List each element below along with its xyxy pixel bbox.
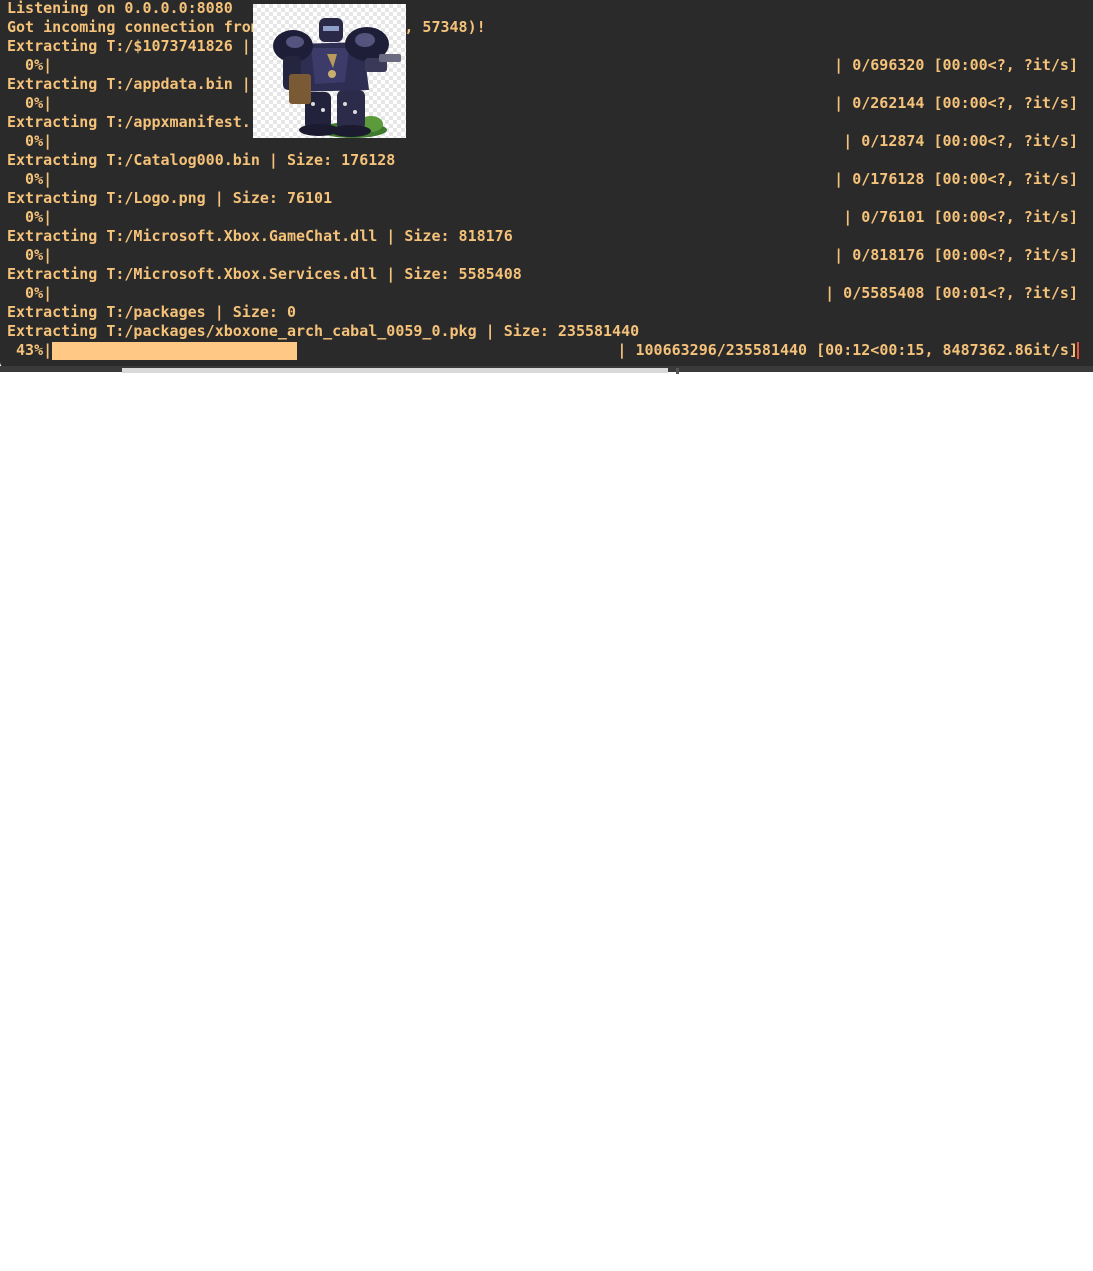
log-line: Extracting T:/appdata.bin | — [7, 75, 251, 93]
progress-percent: 0%| — [7, 208, 53, 226]
armored-warrior-icon — [253, 4, 406, 138]
progress-stats: | 100663296/235581440 [00:12<00:15, 8487… — [617, 341, 1078, 359]
progress-percent: 0%| — [7, 284, 53, 302]
progress-percent: 0%| — [7, 94, 53, 112]
log-line: Listening on 0.0.0.0:8080 — [7, 0, 233, 17]
progress-bar — [52, 247, 622, 265]
log-line: Extracting T:/Microsoft.Xbox.GameChat.dl… — [7, 227, 513, 245]
progress-bar — [52, 342, 622, 360]
progress-stats: | 0/76101 [00:00<?, ?it/s] — [843, 208, 1078, 226]
terminal-window[interactable]: Listening on 0.0.0.0:8080 Got incoming co… — [0, 0, 1093, 368]
background-window-divider — [676, 368, 679, 374]
log-line: Extracting T:/$1073741826 | — [7, 37, 251, 55]
progress-percent: 0%| — [7, 56, 53, 74]
log-line: Extracting T:/packages/xboxone_arch_caba… — [7, 322, 640, 340]
progress-stats: | 0/5585408 [00:01<?, ?it/s] — [825, 284, 1078, 302]
log-line: Extracting T:/packages | Size: 0 — [7, 303, 296, 321]
progress-bar — [52, 285, 622, 303]
progress-stats: | 0/176128 [00:00<?, ?it/s] — [834, 170, 1078, 188]
progress-percent: 0%| — [7, 170, 53, 188]
log-line: Extracting T:/appxmanifest.: — [7, 113, 260, 131]
log-line: Extracting T:/Catalog000.bin | Size: 176… — [7, 151, 396, 169]
progress-bar — [52, 209, 622, 227]
background-window-edge — [122, 368, 668, 373]
progress-stats: | 0/818176 [00:00<?, ?it/s] — [834, 246, 1078, 264]
progress-bar — [52, 171, 622, 189]
progress-stats: | 0/12874 [00:00<?, ?it/s] — [843, 132, 1078, 150]
progress-percent: 0%| — [7, 246, 53, 264]
log-line: Got incoming connection from , 57348)! — [7, 18, 486, 36]
terminal-cursor — [1077, 342, 1079, 359]
progress-stats: | 0/696320 [00:00<?, ?it/s] — [834, 56, 1078, 74]
log-line: Extracting T:/Logo.png | Size: 76101 — [7, 189, 333, 207]
progress-percent: 0%| — [7, 132, 53, 150]
progress-percent: 43%| — [7, 341, 53, 359]
log-line: Extracting T:/Microsoft.Xbox.Services.dl… — [7, 265, 522, 283]
progress-bar-fill — [52, 342, 297, 360]
progress-stats: | 0/262144 [00:00<?, ?it/s] — [834, 94, 1078, 112]
